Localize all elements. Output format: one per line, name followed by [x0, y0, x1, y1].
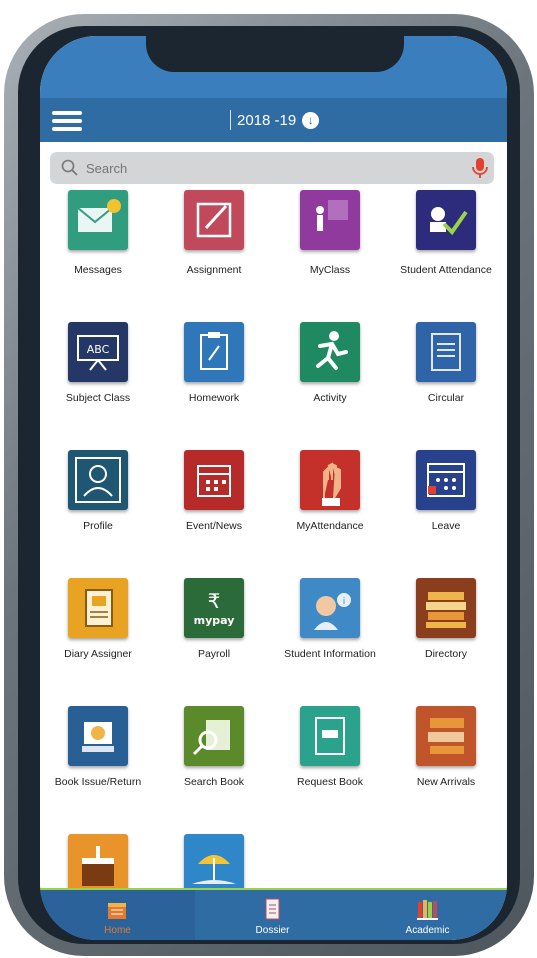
- module-label: Directory: [424, 648, 467, 660]
- circular-icon: [416, 322, 476, 382]
- home-icon: [108, 903, 126, 919]
- student-information-icon: i: [300, 578, 360, 638]
- module-label: MyClass: [309, 264, 351, 276]
- module-label: Payroll: [197, 648, 231, 660]
- module-subject-class[interactable]: ABC Subject Class: [40, 322, 156, 422]
- tab-label: Dossier: [255, 925, 290, 936]
- module-student-information[interactable]: i Student Information: [272, 578, 388, 678]
- module-label: Event/News: [185, 520, 243, 532]
- hamburger-menu-icon[interactable]: [52, 111, 82, 131]
- module-homework[interactable]: Homework: [156, 322, 272, 422]
- module-label: Messages: [74, 264, 122, 276]
- tab-home[interactable]: Home: [40, 890, 195, 940]
- module-my-attendance[interactable]: MyAttendance: [272, 450, 388, 550]
- module-label: Subject Class: [65, 392, 131, 404]
- magnifier-icon: [61, 159, 78, 176]
- module-assignment[interactable]: Assignment: [156, 190, 272, 294]
- module-label: Student Attendance: [400, 264, 492, 276]
- diary-assigner-icon: [68, 578, 128, 638]
- leave-icon: [416, 450, 476, 510]
- module-myclass[interactable]: MyClass: [272, 190, 388, 294]
- search-input[interactable]: [84, 156, 444, 180]
- module-book-issue-return[interactable]: Book Issue/Return: [40, 706, 156, 806]
- tab-label: Academic: [405, 925, 450, 936]
- myclass-icon: [300, 190, 360, 250]
- dossier-icon: [265, 898, 280, 920]
- student-attendance-icon: [416, 190, 476, 250]
- directory-icon: [416, 578, 476, 638]
- module-label: Profile: [83, 520, 113, 532]
- svg-text:ABC: ABC: [87, 343, 110, 356]
- module-profile[interactable]: Profile: [40, 450, 156, 550]
- request-book-icon: [300, 706, 360, 766]
- module-request-book[interactable]: Request Book: [272, 706, 388, 806]
- chevron-down-circle-icon[interactable]: ↓: [302, 111, 320, 129]
- holiday-icon: [184, 834, 244, 894]
- module-label: Leave: [431, 520, 461, 532]
- module-messages[interactable]: Messages: [40, 190, 156, 294]
- search-bar: [50, 152, 494, 184]
- new-arrivals-icon: [416, 706, 476, 766]
- module-circular[interactable]: Circular: [388, 322, 504, 422]
- module-directory[interactable]: Directory: [388, 578, 504, 678]
- my-attendance-icon: [300, 450, 360, 510]
- module-payroll[interactable]: ₹ mypay Payroll: [156, 578, 272, 678]
- module-new-arrivals[interactable]: New Arrivals: [388, 706, 504, 806]
- profile-icon: [68, 450, 128, 510]
- search-book-icon: [184, 706, 244, 766]
- payroll-icon: ₹ mypay: [184, 578, 244, 638]
- birthday-icon: [68, 834, 128, 894]
- module-label: Book Issue/Return: [54, 776, 142, 788]
- module-label: New Arrivals: [416, 776, 476, 788]
- module-label: MyAttendance: [296, 520, 364, 532]
- module-student-attendance[interactable]: Student Attendance: [388, 190, 504, 294]
- tab-dossier[interactable]: Dossier: [195, 890, 350, 940]
- module-label: Search Book: [183, 776, 245, 788]
- mypay-brand: mypay: [194, 614, 235, 627]
- phone-notch: [146, 36, 404, 72]
- module-diary-assigner[interactable]: Diary Assigner: [40, 578, 156, 678]
- academic-year-label: 2018 -19: [237, 111, 297, 129]
- academic-books-icon: [417, 900, 438, 920]
- book-issue-return-icon: [68, 706, 128, 766]
- messages-icon: [68, 190, 128, 250]
- module-label: Request Book: [297, 776, 363, 788]
- module-label: Assignment: [186, 264, 242, 276]
- module-label: Activity: [313, 392, 347, 404]
- module-event-news[interactable]: Event/News: [156, 450, 272, 550]
- module-label: Student Information: [284, 648, 376, 660]
- app-header: 2018 -19 ↓: [40, 98, 507, 142]
- tab-label: Home: [104, 925, 131, 936]
- module-activity[interactable]: Activity: [272, 322, 388, 422]
- module-label: Diary Assigner: [64, 648, 132, 660]
- rupee-symbol: ₹: [208, 589, 221, 613]
- academic-year-selector[interactable]: 2018 -19 ↓: [230, 108, 320, 132]
- svg-text:i: i: [343, 597, 346, 607]
- module-label: Homework: [188, 392, 240, 404]
- module-label: Circular: [427, 392, 465, 404]
- year-divider: [230, 110, 231, 130]
- app-screen: 2018 -19 ↓ Messages: [40, 36, 507, 940]
- event-news-icon: [184, 450, 244, 510]
- module-search-book[interactable]: Search Book: [156, 706, 272, 806]
- activity-icon: [300, 322, 360, 382]
- search-section: [40, 142, 507, 192]
- tab-academic[interactable]: Academic: [350, 890, 505, 940]
- subject-class-icon: ABC: [68, 322, 128, 382]
- microphone-icon[interactable]: [468, 156, 492, 180]
- homework-icon: [184, 322, 244, 382]
- assignment-icon: [184, 190, 244, 250]
- bottom-tab-bar: Home Dossier Academic: [40, 888, 507, 940]
- module-leave[interactable]: Leave: [388, 450, 504, 550]
